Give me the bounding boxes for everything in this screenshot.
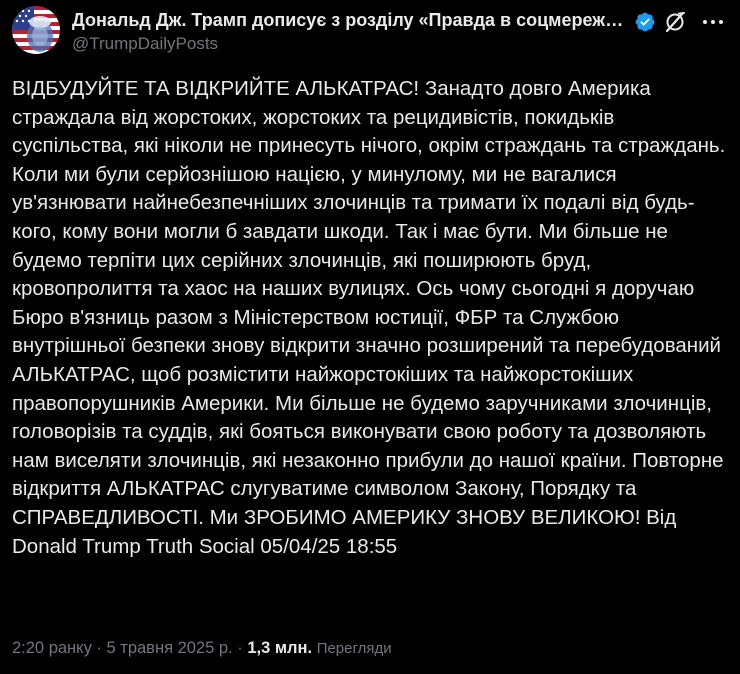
meta-separator: · bbox=[237, 639, 243, 657]
views-label: Перегляди bbox=[316, 640, 392, 657]
views-count: 1,3 млн. bbox=[247, 639, 313, 657]
avatar[interactable] bbox=[12, 6, 60, 54]
post-meta: 2:20 ранку · 5 травня 2025 р. · 1,3 млн.… bbox=[12, 639, 392, 658]
post-date[interactable]: 5 травня 2025 р. bbox=[107, 639, 233, 657]
meta-separator: · bbox=[96, 639, 102, 657]
flag-portrait-avatar bbox=[12, 6, 60, 54]
author-handle[interactable]: @TrumpDailyPosts bbox=[72, 34, 218, 54]
grok-icon[interactable] bbox=[663, 10, 687, 34]
author-display-name[interactable]: Дональд Дж. Трамп дописує з розділу «Пра… bbox=[72, 10, 628, 31]
post-body-text: ВІДБУДУЙТЕ ТА ВІДКРИЙТЕ АЛЬКАТРАС! Занад… bbox=[12, 77, 726, 558]
post-time[interactable]: 2:20 ранку bbox=[12, 639, 92, 657]
verified-badge-icon bbox=[635, 12, 655, 32]
more-options-icon[interactable] bbox=[700, 10, 726, 34]
post-detail: Дональд Дж. Трамп дописує з розділу «Пра… bbox=[0, 0, 740, 674]
post-header: Дональд Дж. Трамп дописує з розділу «Пра… bbox=[12, 4, 728, 56]
